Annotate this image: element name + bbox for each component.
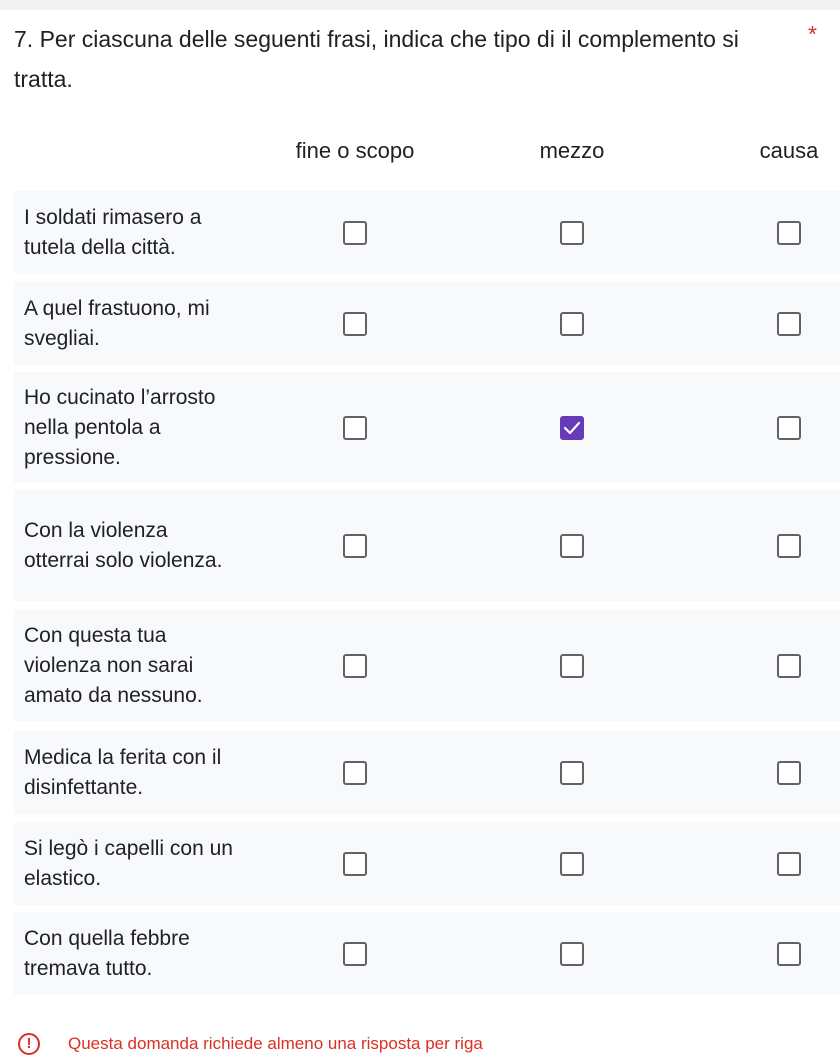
checkbox-causa[interactable] <box>777 941 801 966</box>
column-header-1: fine o scopo <box>295 138 415 163</box>
grid-row: Si legò i capelli con un elastico. <box>14 822 840 905</box>
grid-row: I soldati rimasero a tutela della città. <box>14 191 840 274</box>
grid-row: Con questa tua violenza non sarai amato … <box>14 610 840 721</box>
checkbox-causa[interactable] <box>777 533 801 558</box>
checkbox-causa[interactable] <box>777 653 801 678</box>
checkbox-fine-o-scopo[interactable] <box>343 311 367 336</box>
checkmark-icon <box>563 421 581 434</box>
checkbox-mezzo[interactable] <box>560 533 584 558</box>
row-label: Con la violenza otterrai solo violenza. <box>24 518 223 572</box>
validation-message: Questa domanda richiede almeno una rispo… <box>68 1034 483 1053</box>
checkbox-causa[interactable] <box>777 851 801 876</box>
checkbox-mezzo[interactable] <box>560 415 584 440</box>
row-label: Ho cucinato l’arrosto nella pentola a pr… <box>24 385 216 469</box>
checkbox-causa[interactable] <box>777 220 801 245</box>
checkbox-fine-o-scopo[interactable] <box>343 220 367 245</box>
column-header-3: causa <box>759 138 819 163</box>
row-label: Con quella febbre tremava tutto. <box>24 926 190 980</box>
checkbox-mezzo[interactable] <box>560 760 584 785</box>
checkbox-mezzo[interactable] <box>560 653 584 678</box>
checkbox-fine-o-scopo[interactable] <box>343 533 367 558</box>
row-label: A quel frastuono, mi svegliai. <box>24 296 210 350</box>
checkbox-fine-o-scopo[interactable] <box>343 851 367 876</box>
top-divider <box>0 0 840 10</box>
checkbox-fine-o-scopo[interactable] <box>343 415 367 440</box>
grid-row: Medica la ferita con il disinfettante. <box>14 731 840 814</box>
checkbox-mezzo[interactable] <box>560 220 584 245</box>
column-header-2: mezzo <box>539 138 605 163</box>
row-label: Con questa tua violenza non sarai amato … <box>24 623 203 707</box>
grid-row: Con la violenza otterrai solo violenza. <box>14 490 840 601</box>
row-label: Medica la ferita con il disinfettante. <box>24 745 222 799</box>
checkbox-fine-o-scopo[interactable] <box>343 941 367 966</box>
checkbox-mezzo[interactable] <box>560 311 584 336</box>
grid-row: Con quella febbre tremava tutto. <box>14 912 840 995</box>
checkbox-mezzo[interactable] <box>560 941 584 966</box>
checkbox-mezzo[interactable] <box>560 851 584 876</box>
row-label: I soldati rimasero a tutela della città. <box>24 205 202 259</box>
checkbox-causa[interactable] <box>777 760 801 785</box>
checkbox-causa[interactable] <box>777 415 801 440</box>
question-title: 7. Per ciascuna delle seguenti frasi, in… <box>14 26 739 92</box>
validation-error: ! Questa domanda richiede almeno una ris… <box>14 1030 840 1058</box>
row-label: Si legò i capelli con un elastico. <box>24 836 233 890</box>
grid-row: A quel frastuono, mi svegliai. <box>14 282 840 365</box>
checkbox-fine-o-scopo[interactable] <box>343 760 367 785</box>
exclamation-circle-icon: ! <box>18 1033 40 1055</box>
required-asterisk: * <box>808 21 817 47</box>
grid-row: Ho cucinato l’arrosto nella pentola a pr… <box>14 372 840 483</box>
checkbox-fine-o-scopo[interactable] <box>343 653 367 678</box>
checkbox-causa[interactable] <box>777 311 801 336</box>
